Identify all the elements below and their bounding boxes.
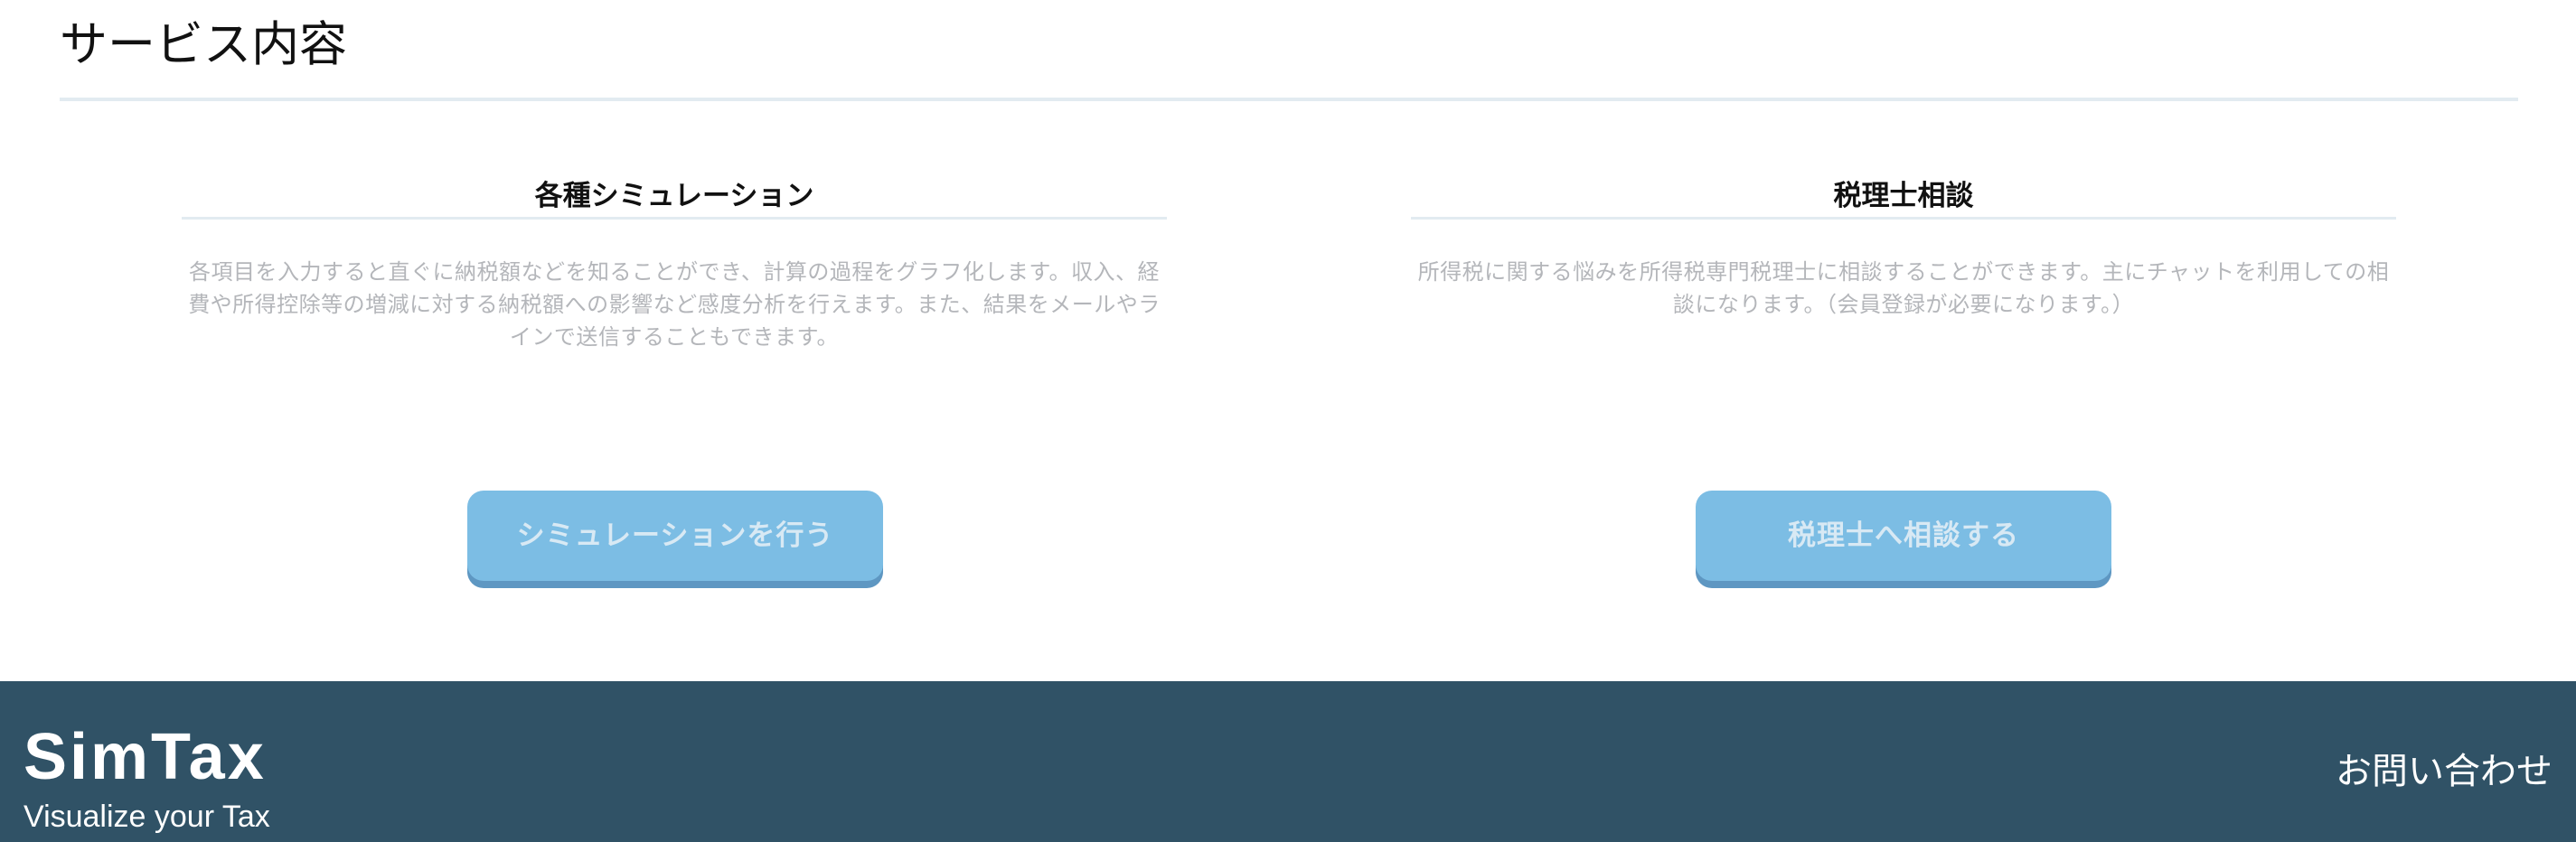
consultation-card-divider [1411,217,2396,220]
brand-logo[interactable]: SimTax [24,719,267,795]
contact-link[interactable]: お問い合わせ [2336,746,2552,797]
site-footer: SimTax Visualize your Tax お問い合わせ [0,681,2576,842]
simulation-card: 各種シミュレーション 各項目を入力すると直ぐに納税額などを知ることができ、計算の… [182,172,1167,353]
section-title: サービス内容 [60,17,347,72]
consultation-card: 税理士相談 所得税に関する悩みを所得税専門税理士に相談することができます。主にチ… [1411,172,2396,321]
simulation-card-divider [182,217,1167,220]
consult-tax-accountant-button[interactable]: 税理士へ相談する [1696,491,2111,581]
simulation-card-title: 各種シミュレーション [534,180,814,212]
brand-tagline: Visualize your Tax [24,800,270,834]
section-divider [60,98,2518,101]
page: サービス内容 各種シミュレーション 各項目を入力すると直ぐに納税額などを知ること… [0,0,2576,842]
consultation-card-description: 所得税に関する悩みを所得税専門税理士に相談することができます。主にチャットを利用… [1417,259,2390,317]
consultation-card-title: 税理士相談 [1833,180,1974,212]
start-simulation-button[interactable]: シミュレーションを行う [467,491,883,581]
simulation-card-description: 各項目を入力すると直ぐに納税額などを知ることができ、計算の過程をグラフ化します。… [188,259,1161,350]
